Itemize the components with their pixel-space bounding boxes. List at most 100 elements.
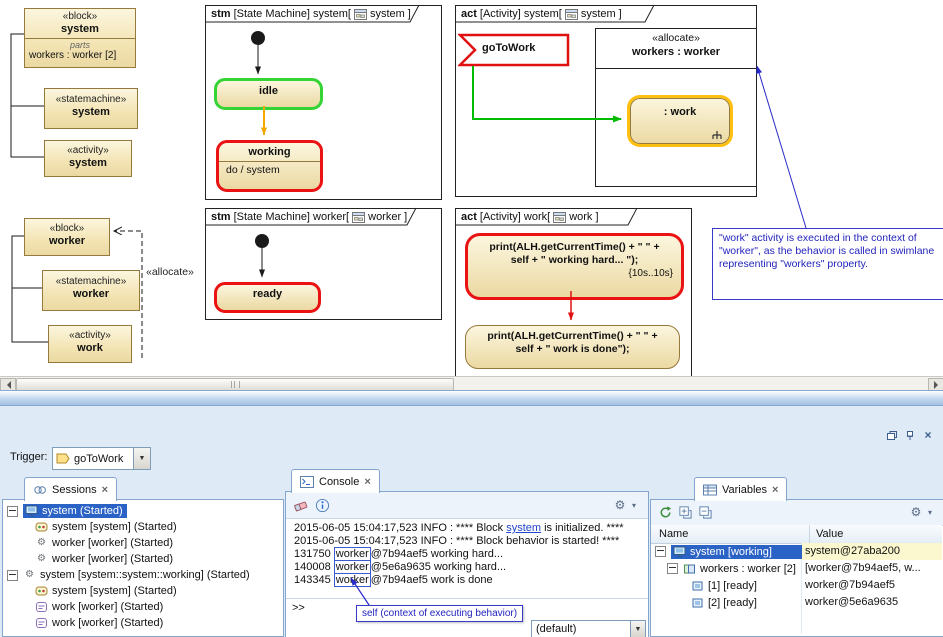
column-header-value[interactable]: Value	[810, 525, 843, 543]
comment-note[interactable]: "work" activity is executed in the conte…	[712, 228, 943, 300]
session-item[interactable]: ⚙ worker [worker] (Started)	[35, 535, 173, 551]
session-item[interactable]: system [system] (Started)	[35, 583, 177, 599]
state-name: idle	[217, 81, 320, 101]
session-label: work [worker] (Started)	[52, 617, 163, 629]
diagram-icon	[565, 9, 578, 20]
close-tab-icon[interactable]: ×	[364, 477, 370, 487]
log-text: 2015-06-05 15:04:17,523 INFO : **** Bloc…	[294, 535, 619, 547]
action-name: : work	[630, 98, 730, 118]
variable-row[interactable]: [1] [ready] worker@7b94aef5	[651, 577, 942, 594]
console-line: 131750 worker@7b94aef5 working hard...	[294, 548, 503, 561]
variable-row[interactable]: workers : worker [2] [worker@7b94aef5, w…	[651, 560, 942, 577]
session-item[interactable]: system (Started)	[7, 503, 127, 519]
collapse-all-button[interactable]	[697, 504, 713, 520]
statemachine-worker[interactable]: «statemachine» worker	[42, 270, 140, 311]
highlighted-self-token: worker	[334, 560, 371, 574]
trigger-dropdown-button[interactable]: ▼	[133, 448, 150, 469]
session-item[interactable]: work [worker] (Started)	[35, 615, 163, 631]
session-item[interactable]: ⚙ system [system::system::working] (Star…	[7, 567, 250, 583]
frame-kind: stm	[211, 8, 231, 20]
variable-value[interactable]: system@27aba200	[802, 543, 942, 560]
column-header-name[interactable]: Name	[651, 525, 810, 543]
variable-value[interactable]: worker@7b94aef5	[805, 577, 895, 594]
tab-console[interactable]: Console ×	[291, 469, 380, 493]
session-item[interactable]: work [worker] (Started)	[35, 599, 163, 615]
block-worker[interactable]: «block» worker	[24, 218, 110, 256]
action-print-working[interactable]: print(ALH.getCurrentTime() + " " + self …	[465, 233, 684, 300]
scope-dropdown-button[interactable]: ▼	[630, 621, 645, 637]
state-name: ready	[217, 285, 318, 304]
block-name: worker	[25, 235, 109, 248]
collapse-icon[interactable]	[667, 563, 678, 574]
frame-context: system	[370, 8, 405, 20]
trigger-combobox[interactable]: goToWork ▼	[52, 447, 151, 470]
block-system[interactable]: «block» system parts workers : worker [2…	[24, 8, 136, 68]
part-property[interactable]: workers : worker [2]	[25, 50, 135, 62]
docked-window-separator[interactable]	[0, 390, 943, 406]
session-label: system (Started)	[42, 505, 123, 517]
clear-console-button[interactable]	[292, 497, 308, 513]
close-tab-icon[interactable]: ×	[102, 485, 108, 495]
log-text: @5e6a9635 working hard...	[371, 561, 506, 573]
variable-value[interactable]: [worker@7b94aef5, w...	[805, 560, 921, 577]
worker-session-icon: ⚙	[35, 553, 48, 565]
right-arrow-icon	[934, 381, 942, 389]
settings-dropdown-icon[interactable]: ▾	[922, 504, 938, 520]
diagram-canvas[interactable]: «block» system parts workers : worker [2…	[0, 0, 943, 376]
activity-system[interactable]: «activity» system	[44, 140, 132, 177]
stereotype-label: «activity»	[49, 328, 131, 342]
state-ready[interactable]: ready	[214, 282, 321, 313]
horizontal-scrollbar[interactable]	[0, 376, 943, 391]
settings-dropdown-icon[interactable]: ▾	[626, 497, 642, 513]
refresh-button[interactable]	[657, 504, 673, 520]
call-behavior-work[interactable]: : work	[627, 95, 733, 147]
frame-context: system	[581, 8, 616, 20]
chevron-down-icon: ▼	[635, 626, 642, 633]
info-icon	[315, 498, 330, 513]
highlighted-self-token: worker	[334, 573, 371, 587]
activity-work[interactable]: «activity» work	[48, 325, 132, 363]
accept-event-goToWork[interactable]: goToWork	[458, 33, 570, 67]
action-body-line: print(ALH.getCurrentTime() + " " +	[468, 241, 681, 254]
frame-type: [Activity] system[	[480, 8, 562, 20]
log-text: 143345	[294, 574, 334, 586]
close-tab-icon[interactable]: ×	[772, 485, 778, 495]
state-name: working	[219, 143, 320, 162]
session-label: worker [worker] (Started)	[52, 537, 173, 549]
state-working[interactable]: working do / system	[216, 140, 323, 192]
pin-window-button[interactable]	[902, 428, 918, 442]
variable-row[interactable]: [2] [ready] worker@5e6a9635	[651, 594, 942, 611]
collapse-icon[interactable]	[7, 570, 18, 581]
variable-row[interactable]: system [working] system@27aba200	[651, 543, 942, 560]
tab-variables[interactable]: Variables ×	[694, 477, 787, 501]
close-window-button[interactable]: ×	[920, 428, 936, 442]
console-line: 2015-06-05 15:04:17,523 INFO : **** Bloc…	[294, 522, 624, 535]
console-link[interactable]: system	[506, 522, 541, 534]
block-name: system	[25, 23, 135, 36]
scope-combobox[interactable]: (default) ▼	[531, 620, 646, 637]
activity-icon	[35, 617, 48, 629]
frame-bracket: ]	[595, 211, 598, 223]
statemachine-system[interactable]: «statemachine» system	[44, 88, 138, 129]
expand-all-button[interactable]	[677, 504, 693, 520]
variable-value[interactable]: worker@5e6a9635	[805, 594, 898, 611]
log-text: @7b94aef5 work is done	[371, 574, 493, 586]
compartment-label: parts	[25, 40, 135, 50]
log-text: 2015-06-05 15:04:17,523 INFO : **** Bloc…	[294, 522, 506, 534]
tab-sessions[interactable]: Sessions ×	[24, 477, 117, 501]
chevron-down-icon: ▼	[139, 455, 146, 462]
expand-all-icon	[678, 505, 693, 520]
collapse-icon[interactable]	[7, 506, 18, 517]
thumb-grip-icon	[231, 381, 240, 388]
info-button[interactable]	[314, 497, 330, 513]
float-window-button[interactable]	[884, 428, 900, 442]
collapse-icon[interactable]	[655, 546, 666, 557]
console-line: 140008 worker@5e6a9635 working hard...	[294, 561, 506, 574]
worker-session-icon: ⚙	[35, 537, 48, 549]
session-item[interactable]: ⚙ worker [worker] (Started)	[35, 551, 173, 567]
session-item[interactable]: system [system] (Started)	[35, 519, 177, 535]
stereotype-label: «statemachine»	[45, 92, 137, 106]
action-print-done[interactable]: print(ALH.getCurrentTime() + " " + self …	[465, 325, 680, 369]
state-idle[interactable]: idle	[214, 78, 323, 110]
log-text: 140008	[294, 561, 334, 573]
